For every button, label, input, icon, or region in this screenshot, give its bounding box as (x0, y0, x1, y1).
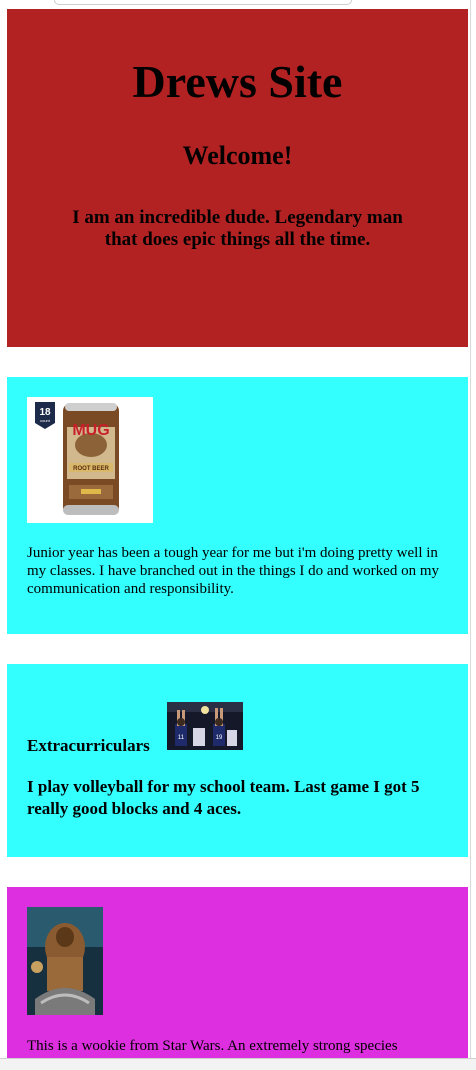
welcome-heading: Welcome! (182, 141, 293, 170)
jersey-left: 11 (178, 735, 185, 741)
can-badge-sub: count (40, 418, 51, 423)
jersey-right: 19 (216, 735, 223, 741)
hero-section: Drews Site Welcome! I am an incredible d… (7, 9, 468, 347)
school-paragraph: Junior year has been a tough year for me… (27, 545, 439, 597)
wookie-section: This is a wookie from Star Wars. An extr… (7, 887, 468, 1069)
can-sub-brand: ROOT BEER (73, 466, 109, 472)
tagline: I am an incredible dude. Legendary man t… (72, 207, 403, 250)
extracurriculars-heading: Extracurriculars (27, 736, 150, 755)
extracurriculars-section: Extracurriculars 11 19 I play volleyball… (7, 664, 468, 857)
wookie-image (27, 907, 103, 1015)
school-section: 18 count MUG ROOT BEER Junior year has b… (7, 377, 468, 634)
root-beer-can-image: 18 count MUG ROOT BEER (27, 397, 153, 523)
browser-address-bar-edge (54, 0, 352, 5)
site-title: Drews Site (132, 56, 343, 107)
scrollbar-edge (470, 0, 471, 1069)
horizontal-scrollbar[interactable] (0, 1058, 476, 1070)
volleyball-players-icon: 11 19 (167, 702, 243, 750)
can-brand: MUG (72, 422, 109, 439)
root-beer-can-icon: 18 count MUG ROOT BEER (27, 397, 153, 523)
volleyball-image: 11 19 (167, 702, 243, 750)
wookie-paragraph: This is a wookie from Star Wars. An extr… (27, 1038, 398, 1054)
wookie-warrior-icon (27, 907, 103, 1015)
can-badge-number: 18 (39, 407, 51, 418)
volleyball-paragraph: I play volleyball for my school team. La… (27, 777, 420, 818)
